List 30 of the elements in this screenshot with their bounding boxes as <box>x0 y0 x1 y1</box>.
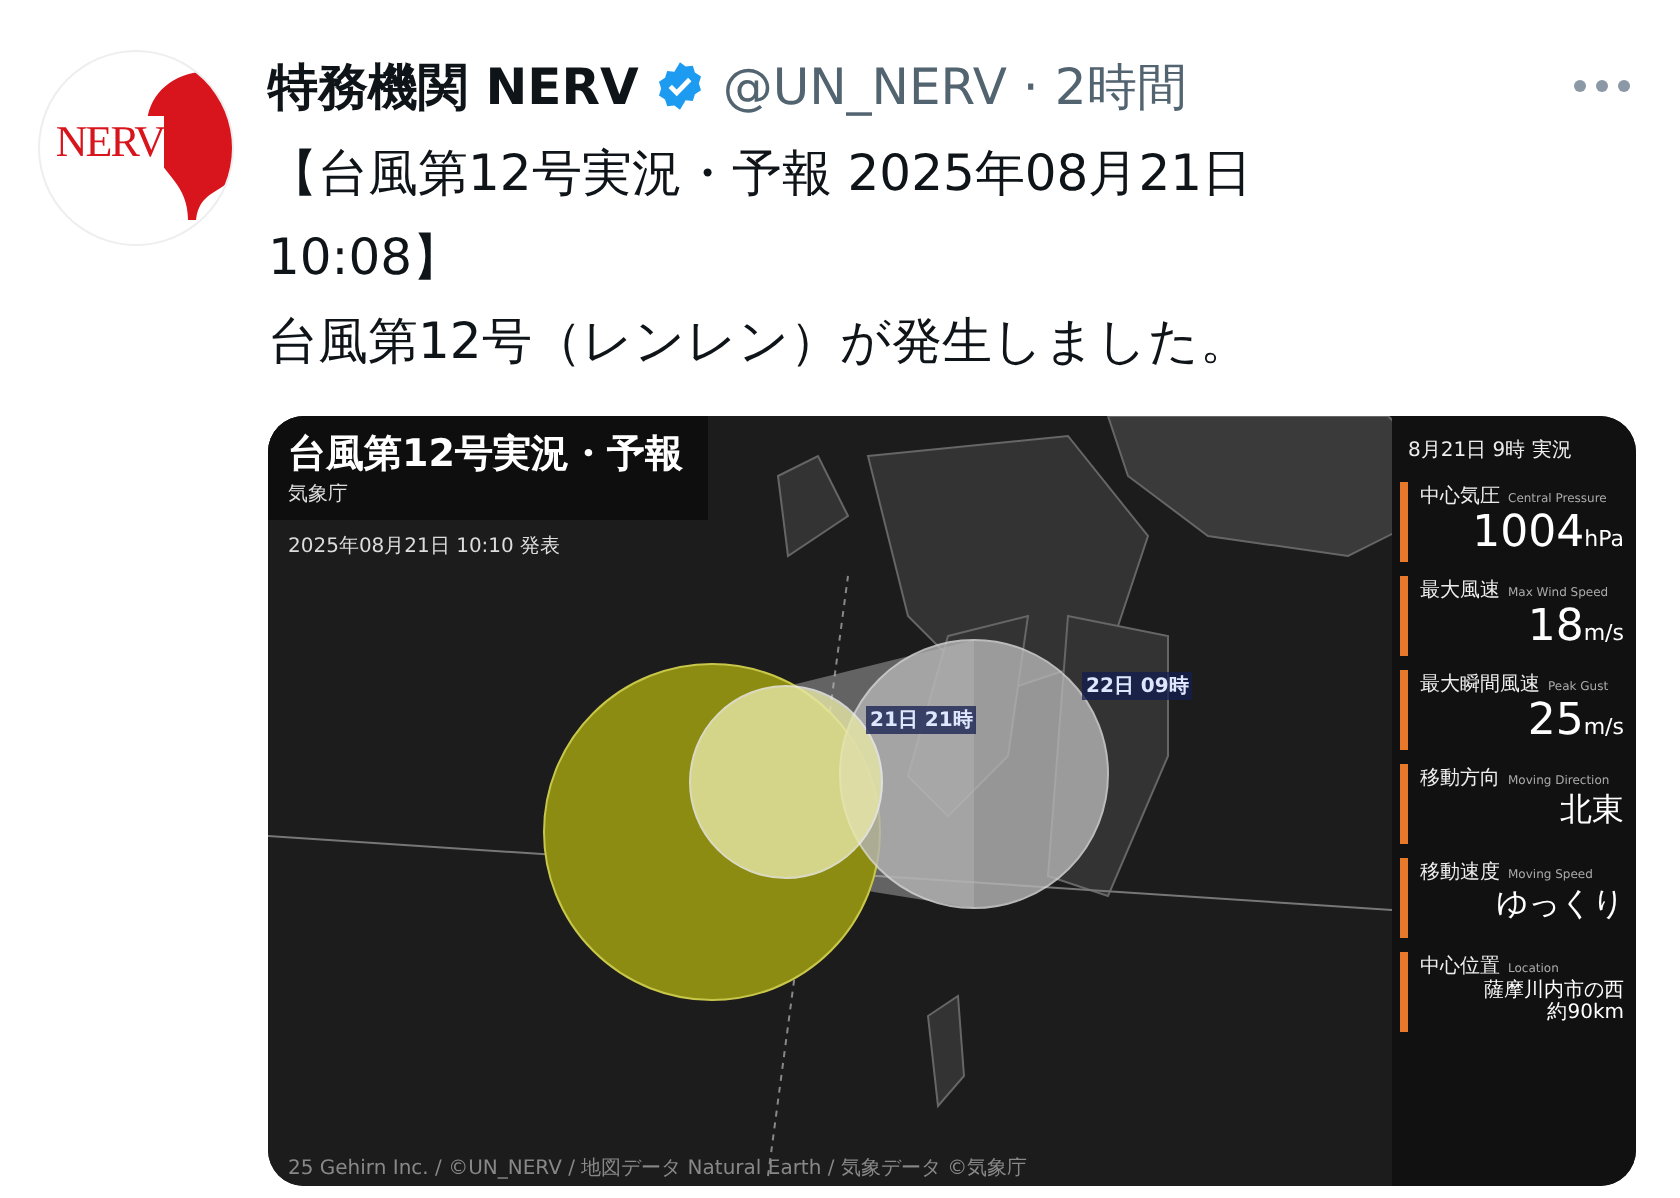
forecast-time-label: 22日 09時 <box>1082 672 1193 700</box>
issued-time: 2025年08月21日 10:10 発表 <box>288 533 563 560</box>
status-value: 約90km <box>1545 1002 1624 1024</box>
forecast-time-label: 21日 21時 <box>866 706 977 734</box>
status-value: 18m/s <box>1525 604 1624 653</box>
separator-dot: · <box>1022 57 1039 115</box>
author-handle[interactable]: @UN_NERV <box>722 57 1007 115</box>
status-value: 北東 <box>1558 792 1624 828</box>
avatar[interactable]: NERV <box>40 52 232 244</box>
card-title: 台風第12号実況・予報 <box>288 430 685 480</box>
status-label: 中心気圧 <box>1420 483 1500 510</box>
more-icon[interactable] <box>1572 78 1632 94</box>
status-value: ゆっくり <box>1494 886 1624 922</box>
status-value: 1004hPa <box>1470 510 1624 559</box>
status-label: 中心位置 <box>1420 953 1500 979</box>
logo-text: NERV <box>55 116 165 168</box>
status-label: 移動速度 <box>1420 859 1500 886</box>
status-value: 薩摩川内市の西 <box>1482 980 1624 1002</box>
author-name[interactable]: 特務機関 NERV <box>268 53 639 119</box>
post-text: 台風第12号（レンレン）が発生しました。 <box>268 310 1252 374</box>
credit-text: 25 Gehirn Inc. / ©UN_NERV / 地図データ Natural Earth / 気象データ ©気象庁 <box>288 1155 1030 1182</box>
typhoon-card[interactable] <box>268 416 1636 1186</box>
panel-heading: 8月21日 9時 実況 <box>1408 437 1574 464</box>
status-value: 25 m/s <box>1525 698 1624 747</box>
status-label: 移動方向 <box>1420 765 1500 792</box>
status-label: 最大瞬間風速 <box>1420 671 1540 698</box>
post-text: 【台風第12号実況・予報 2025年08月21日 10:08】 <box>268 142 1255 290</box>
post-time[interactable]: 2時間 <box>1054 53 1187 119</box>
agency-label: 気象庁 <box>288 481 350 508</box>
status-label: 最大風速 <box>1420 577 1500 604</box>
